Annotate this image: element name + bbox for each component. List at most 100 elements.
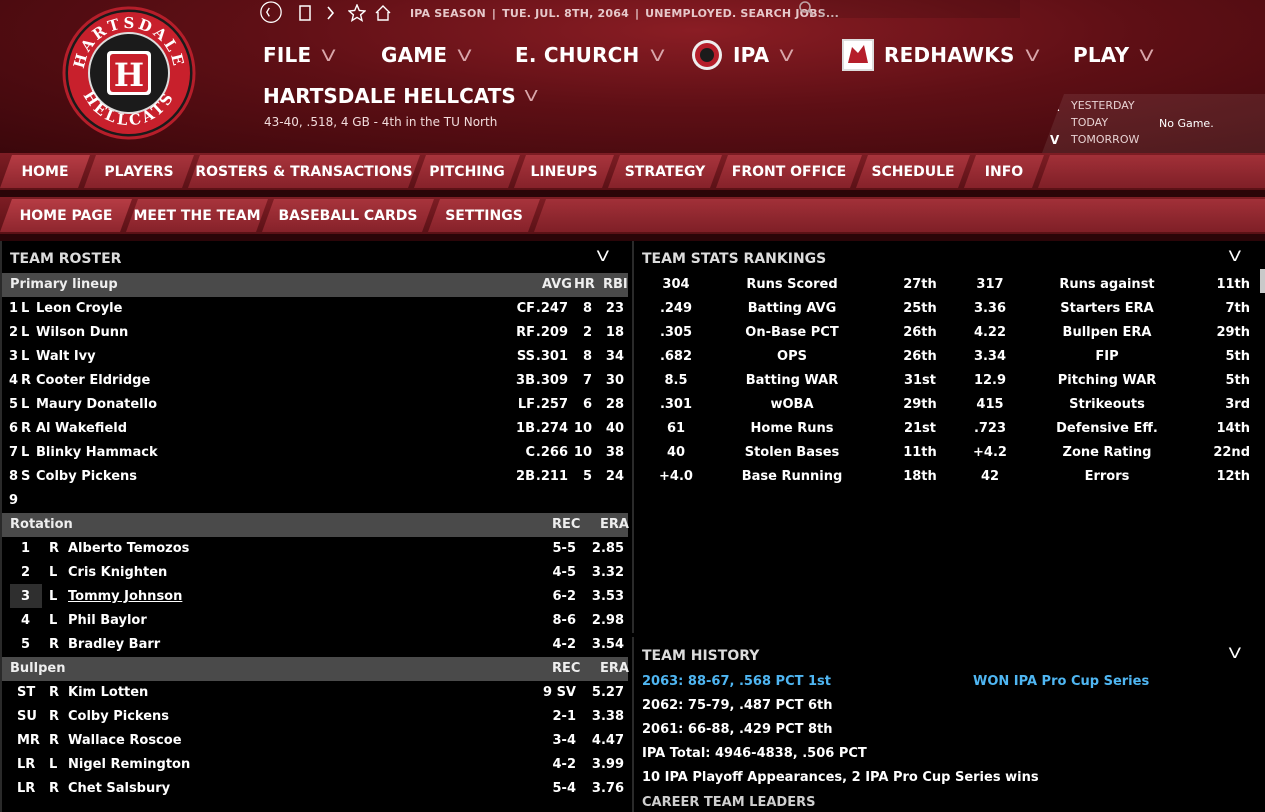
table-row[interactable]: 3 L Tommy Johnson 6-2 3.53: [2, 585, 628, 609]
table-row[interactable]: LR R Chet Salsbury 5-4 3.76: [2, 777, 628, 801]
chevron-up-icon[interactable]: Λ: [1050, 100, 1059, 114]
handedness: L: [21, 349, 30, 364]
player-name[interactable]: Al Wakefield: [36, 421, 127, 436]
season-label[interactable]: IPA SEASON: [410, 7, 486, 20]
menu-league-label: IPA: [733, 43, 770, 67]
today-link[interactable]: TODAY: [1071, 116, 1108, 129]
table-row[interactable]: 2 L Cris Knighten 4-5 3.32: [2, 561, 628, 585]
search-input[interactable]: [820, 0, 1020, 18]
scrollbar[interactable]: [1260, 269, 1265, 293]
batting-order: 5: [9, 397, 19, 412]
menu-league[interactable]: IPA V: [691, 40, 794, 70]
stat-rec: 4-5: [552, 565, 577, 580]
collapse-chevron-icon[interactable]: V: [597, 249, 609, 265]
table-row[interactable]: ST R Kim Lotten 9 SV 5.27: [2, 681, 628, 705]
current-date[interactable]: TUE. JUL. 8TH, 2064: [502, 7, 629, 20]
history-season-link[interactable]: 2063: 88-67, .568 PCT 1st: [642, 674, 831, 689]
tomorrow-link[interactable]: TOMORROW: [1071, 133, 1139, 146]
tab-rosters-transactions[interactable]: ROSTERS & TRANSACTIONS: [188, 155, 420, 188]
forward-icon[interactable]: [320, 2, 342, 24]
stat-rank: 5th: [1225, 349, 1250, 364]
menu-play[interactable]: PLAY V: [1073, 40, 1154, 70]
home-icon[interactable]: [372, 2, 394, 24]
table-row[interactable]: 4 L Phil Baylor 8-6 2.98: [2, 609, 628, 633]
player-name[interactable]: Chet Salsbury: [68, 781, 170, 796]
panel-title: TEAM HISTORY: [642, 648, 760, 664]
table-row[interactable]: 1 R Alberto Temozos 5-5 2.85: [2, 537, 628, 561]
panel-title: TEAM STATS RANKINGS: [642, 251, 827, 267]
subtab-baseball-cards[interactable]: BASEBALL CARDS: [262, 199, 434, 232]
tab-info[interactable]: INFO: [964, 155, 1044, 188]
table-row[interactable]: 9: [2, 489, 628, 513]
history-playoffs: 10 IPA Playoff Appearances, 2 IPA Pro Cu…: [642, 770, 1039, 785]
player-name[interactable]: Kim Lotten: [68, 685, 148, 700]
team-name-dropdown[interactable]: HARTSDALE HELLCATS V: [263, 84, 538, 108]
table-row[interactable]: 8 S Colby Pickens 2B .211 5 24: [2, 465, 628, 489]
team-logo[interactable]: HARTSDALE HELLCATS H: [62, 6, 196, 140]
subtab-meet-the-team[interactable]: MEET THE TEAM: [126, 199, 268, 232]
stat-rbi: 23: [605, 301, 624, 316]
player-name[interactable]: Blinky Hammack: [36, 445, 158, 460]
player-name[interactable]: Cris Knighten: [68, 565, 167, 580]
table-row[interactable]: 5 L Maury Donatello LF .257 6 28: [2, 393, 628, 417]
handedness: L: [21, 397, 30, 412]
stat-value: 3.34: [973, 349, 1007, 364]
tab-front-office[interactable]: FRONT OFFICE: [716, 155, 862, 188]
star-icon[interactable]: [346, 2, 368, 24]
stat-label: Bullpen ERA: [1062, 325, 1152, 340]
table-row[interactable]: 6 R Al Wakefield 1B .274 10 40: [2, 417, 628, 441]
bullpen-role: MR: [17, 733, 40, 748]
menu-manager[interactable]: E. CHURCH V: [515, 40, 664, 70]
chevron-down-icon[interactable]: V: [1050, 133, 1059, 147]
player-name[interactable]: Leon Croyle: [36, 301, 122, 316]
player-name[interactable]: Alberto Temozos: [68, 541, 189, 556]
subtab-home-page[interactable]: HOME PAGE: [0, 199, 132, 232]
player-name[interactable]: Tommy Johnson: [68, 589, 182, 604]
yesterday-link[interactable]: YESTERDAY: [1071, 99, 1135, 112]
table-row[interactable]: 5 R Bradley Barr 4-2 3.54: [2, 633, 628, 657]
stat-rbi: 24: [605, 469, 624, 484]
stat-hr: 6: [582, 397, 592, 412]
tab-lineups[interactable]: LINEUPS: [514, 155, 614, 188]
menu-game[interactable]: GAME V: [381, 40, 472, 70]
player-name[interactable]: Colby Pickens: [36, 469, 137, 484]
tab-home[interactable]: HOME: [0, 155, 90, 188]
table-row[interactable]: 2 L Wilson Dunn RF .209 2 18: [2, 321, 628, 345]
stat-value: .249: [659, 301, 693, 316]
player-name[interactable]: Wallace Roscoe: [68, 733, 182, 748]
tab-schedule[interactable]: SCHEDULE: [856, 155, 970, 188]
page-icon[interactable]: [294, 2, 316, 24]
menu-team[interactable]: REDHAWKS V: [842, 39, 1039, 71]
tab-pitching[interactable]: PITCHING: [414, 155, 520, 188]
back-forward-icon[interactable]: [260, 1, 282, 24]
collapse-chevron-icon[interactable]: V: [1229, 249, 1241, 265]
subtab-settings[interactable]: SETTINGS: [428, 199, 540, 232]
col-rbi: RBI: [603, 277, 628, 292]
stat-label: Home Runs: [750, 421, 834, 436]
bullpen-role: LR: [17, 757, 36, 772]
tab-strategy[interactable]: STRATEGY: [608, 155, 722, 188]
player-name[interactable]: Walt Ivy: [36, 349, 96, 364]
stat-rbi: 30: [605, 373, 624, 388]
player-name[interactable]: Phil Baylor: [68, 613, 147, 628]
player-name[interactable]: Colby Pickens: [68, 709, 169, 724]
batting-order: 9: [9, 493, 19, 508]
collapse-chevron-icon[interactable]: V: [1229, 646, 1241, 662]
player-name[interactable]: Nigel Remington: [68, 757, 190, 772]
table-row[interactable]: 3 L Walt Ivy SS .301 8 34: [2, 345, 628, 369]
player-name[interactable]: Bradley Barr: [68, 637, 160, 652]
separator: |: [634, 6, 640, 20]
table-row[interactable]: 1 L Leon Croyle CF .247 8 23: [2, 297, 628, 321]
table-row[interactable]: 4 R Cooter Eldridge 3B .309 7 30: [2, 369, 628, 393]
table-row[interactable]: 7 L Blinky Hammack C .266 10 38: [2, 441, 628, 465]
table-row[interactable]: MR R Wallace Roscoe 3-4 4.47: [2, 729, 628, 753]
handedness: R: [21, 373, 32, 388]
menu-file[interactable]: FILE V: [263, 40, 336, 70]
tab-players[interactable]: PLAYERS: [84, 155, 194, 188]
search-icon[interactable]: [796, 0, 818, 18]
player-name[interactable]: Maury Donatello: [36, 397, 157, 412]
player-name[interactable]: Wilson Dunn: [36, 325, 128, 340]
player-name[interactable]: Cooter Eldridge: [36, 373, 150, 388]
table-row[interactable]: SU R Colby Pickens 2-1 3.38: [2, 705, 628, 729]
table-row[interactable]: LR L Nigel Remington 4-2 3.99: [2, 753, 628, 777]
